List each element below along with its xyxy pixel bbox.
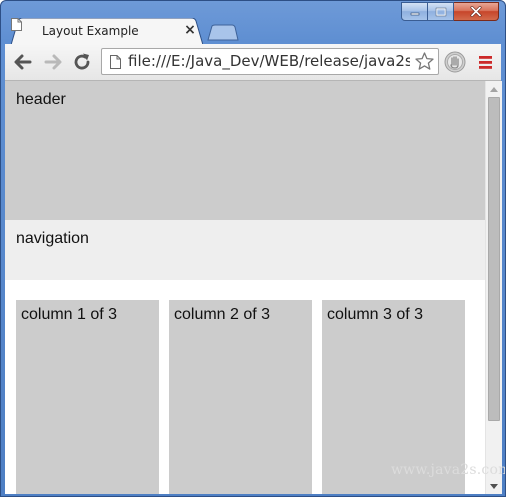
extension-icon xyxy=(444,51,466,73)
column-label: column 1 of 3 xyxy=(21,306,118,323)
forward-arrow-icon xyxy=(44,54,62,70)
bookmark-star-icon[interactable] xyxy=(414,51,435,72)
navigation-label: navigation xyxy=(16,230,89,247)
scroll-down-arrow-icon xyxy=(490,483,498,489)
header-label: header xyxy=(16,91,66,108)
reload-button[interactable] xyxy=(70,50,94,74)
column-2: column 2 of 3 xyxy=(169,300,312,494)
page-viewport: header navigation column 1 of 3 column 2… xyxy=(5,81,485,494)
column-label: column 3 of 3 xyxy=(327,306,424,323)
scroll-up-arrow-icon xyxy=(490,86,498,92)
column-label: column 2 of 3 xyxy=(174,306,271,323)
scroll-up-button[interactable] xyxy=(486,82,502,96)
tab-title: Layout Example xyxy=(42,24,139,38)
scroll-thumb[interactable] xyxy=(488,97,500,421)
back-button[interactable] xyxy=(11,50,35,74)
page-navigation: navigation xyxy=(5,220,485,280)
url-text[interactable]: file:///E:/Java_Dev/WEB/release/java2sID… xyxy=(128,52,410,71)
new-tab-button[interactable] xyxy=(207,24,239,41)
address-bar[interactable]: file:///E:/Java_Dev/WEB/release/java2sID… xyxy=(101,48,439,75)
menu-button[interactable] xyxy=(473,50,497,74)
extension-button[interactable] xyxy=(443,50,467,74)
watermark: www.java2s.com xyxy=(391,462,506,478)
page-icon xyxy=(11,18,22,31)
scroll-down-button[interactable] xyxy=(486,479,502,493)
browser-window: Layout Example × file:///E:/Java_Dev/WEB… xyxy=(0,0,506,497)
vertical-scrollbar[interactable] xyxy=(485,81,502,494)
tab-layout-example[interactable]: Layout Example × xyxy=(11,18,203,45)
column-1: column 1 of 3 xyxy=(16,300,159,494)
forward-button[interactable] xyxy=(41,50,65,74)
reload-icon xyxy=(74,53,90,70)
menu-icon xyxy=(479,56,492,69)
back-arrow-icon xyxy=(14,54,32,70)
browser-toolbar: file:///E:/Java_Dev/WEB/release/java2sID… xyxy=(5,44,501,81)
page-icon xyxy=(110,55,121,69)
tab-close-icon[interactable]: × xyxy=(183,23,197,37)
page-header: header xyxy=(5,81,485,220)
tab-strip: Layout Example × xyxy=(1,1,505,45)
